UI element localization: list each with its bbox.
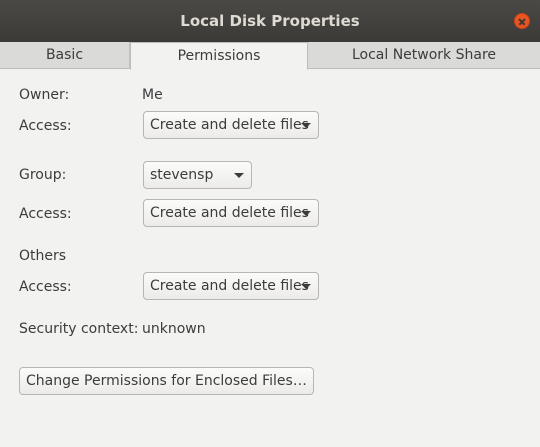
group-dropdown[interactable]: stevensp	[143, 161, 252, 189]
window-title: Local Disk Properties	[180, 12, 360, 30]
close-icon[interactable]	[514, 13, 530, 29]
chevron-down-icon	[234, 173, 244, 178]
properties-window: Local Disk Properties Basic Permissions …	[0, 0, 540, 447]
owner-access-label: Access:	[19, 118, 72, 134]
security-context-value: unknown	[142, 321, 206, 337]
security-context-label: Security context:	[19, 321, 139, 337]
owner-access-value: Create and delete files	[150, 117, 309, 133]
tab-permissions[interactable]: Permissions	[130, 42, 308, 70]
others-access-label: Access:	[19, 279, 72, 295]
tab-local-network-share[interactable]: Local Network Share	[308, 42, 540, 69]
change-permissions-enclosed-button[interactable]: Change Permissions for Enclosed Files…	[19, 367, 314, 395]
tab-bar: Basic Permissions Local Network Share	[0, 42, 540, 70]
title-bar[interactable]: Local Disk Properties	[0, 0, 540, 42]
group-label: Group:	[19, 167, 67, 183]
group-access-dropdown[interactable]: Create and delete files	[143, 199, 319, 227]
others-access-dropdown[interactable]: Create and delete files	[143, 272, 319, 300]
owner-value: Me	[142, 87, 163, 103]
chevron-down-icon	[301, 211, 311, 216]
group-access-value: Create and delete files	[150, 205, 309, 221]
others-label: Others	[19, 248, 67, 264]
chevron-down-icon	[301, 123, 311, 128]
others-access-value: Create and delete files	[150, 278, 309, 294]
tab-basic[interactable]: Basic	[0, 42, 130, 69]
owner-access-dropdown[interactable]: Create and delete files	[143, 111, 319, 139]
chevron-down-icon	[301, 284, 311, 289]
owner-label: Owner:	[19, 87, 70, 103]
group-value: stevensp	[150, 167, 214, 183]
group-access-label: Access:	[19, 206, 72, 222]
